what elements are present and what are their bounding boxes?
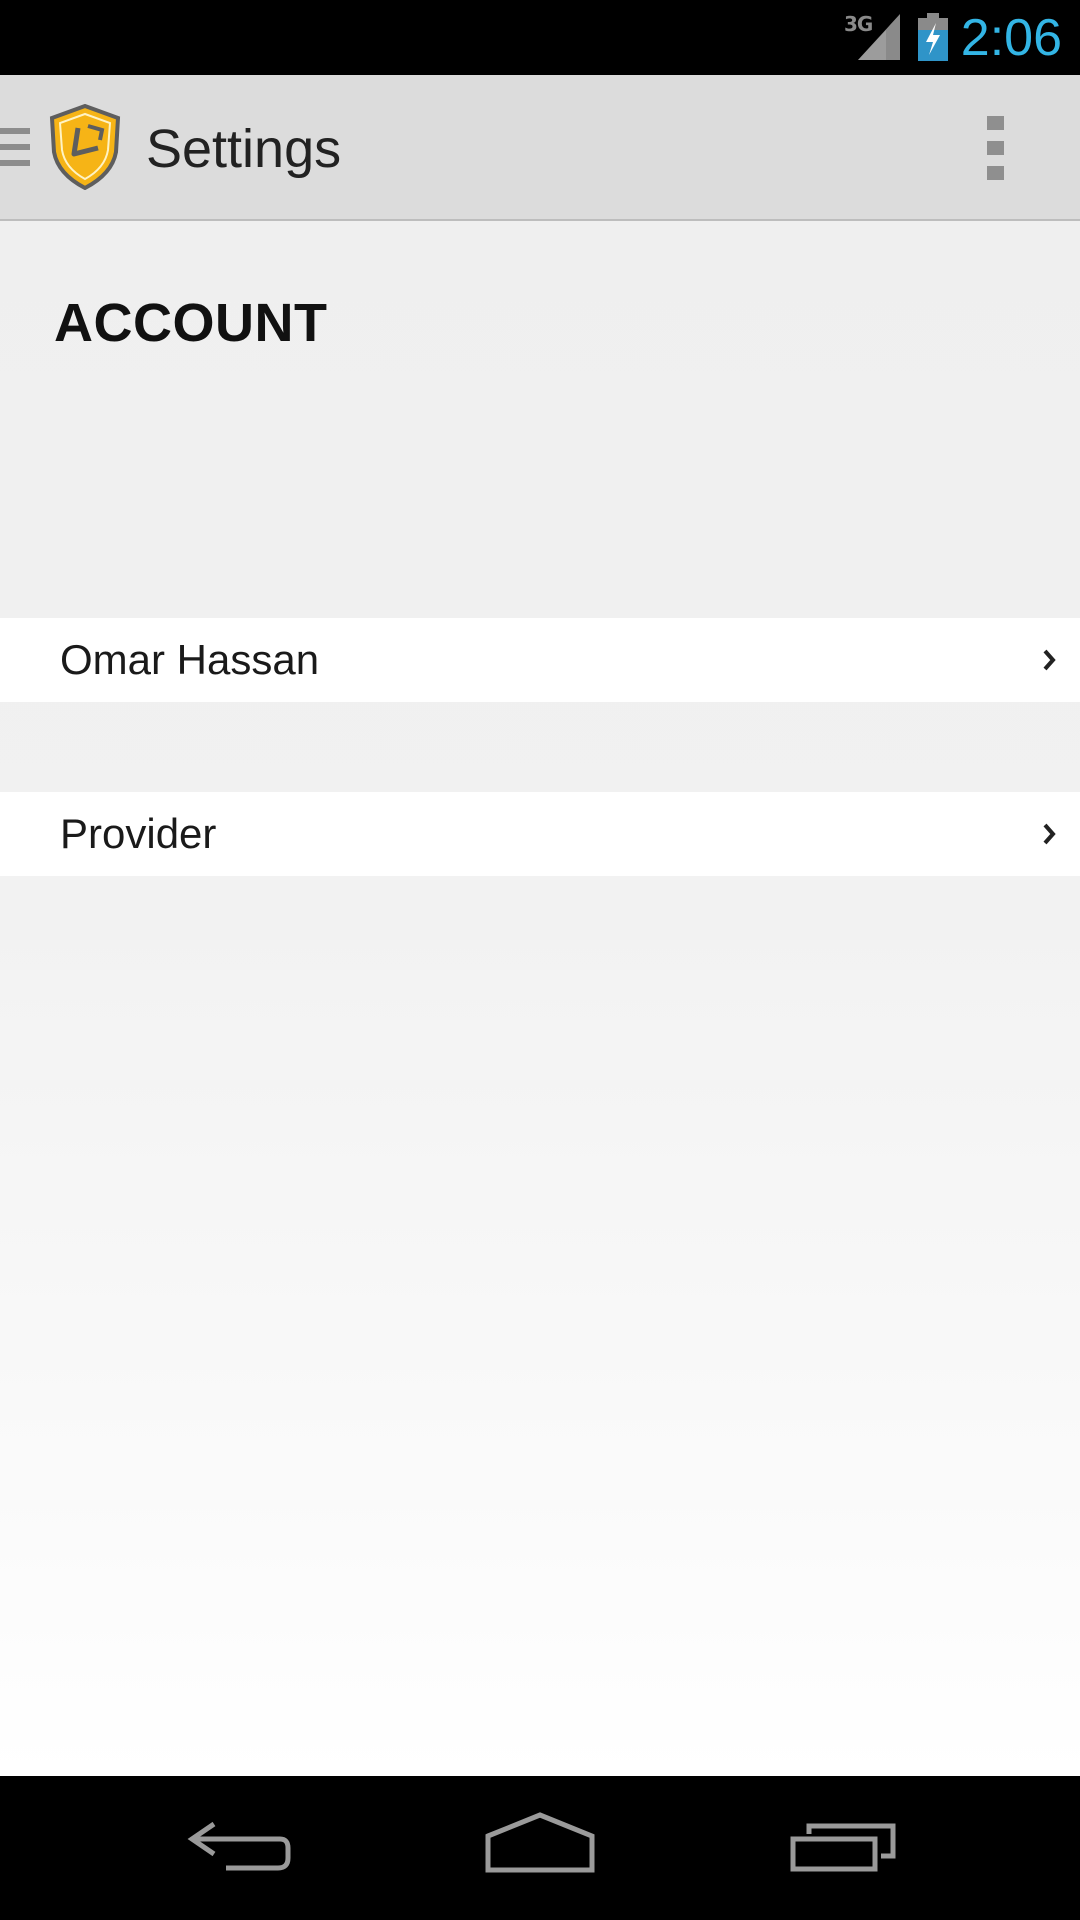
navigation-bar bbox=[0, 1776, 1080, 1920]
app-shield-logo[interactable] bbox=[48, 104, 122, 190]
list-item-label: Provider bbox=[60, 810, 217, 857]
overflow-menu-icon[interactable] bbox=[984, 116, 1008, 180]
drawer-icon[interactable] bbox=[0, 124, 30, 172]
status-bar: 3G 2:06 bbox=[0, 0, 1080, 75]
battery-charging-icon bbox=[918, 13, 948, 61]
back-button[interactable] bbox=[180, 1806, 300, 1890]
recent-apps-button[interactable] bbox=[783, 1806, 903, 1890]
signal-icon bbox=[858, 14, 900, 60]
home-icon bbox=[485, 1812, 595, 1873]
back-icon bbox=[187, 1821, 291, 1871]
action-bar: Settings bbox=[0, 75, 1080, 221]
clock: 2:06 bbox=[960, 9, 1062, 67]
list-item-provider[interactable]: Provider bbox=[0, 792, 1080, 876]
section-header-account: ACCOUNT bbox=[54, 293, 328, 353]
chevron-right-icon bbox=[1043, 823, 1056, 845]
home-button[interactable] bbox=[480, 1806, 600, 1890]
list-item-label: Omar Hassan bbox=[60, 636, 320, 683]
list-item-account-name[interactable]: Omar Hassan bbox=[0, 618, 1080, 702]
chevron-right-icon bbox=[1043, 649, 1056, 671]
page-title: Settings bbox=[146, 119, 342, 179]
settings-content: ACCOUNT Omar Hassan Provider bbox=[0, 221, 1080, 1776]
recent-apps-icon bbox=[790, 1823, 896, 1872]
